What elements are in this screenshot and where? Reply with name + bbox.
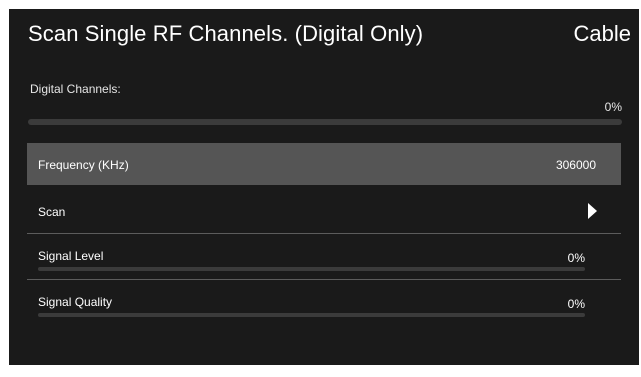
signal-level-value: 0% [567, 251, 585, 265]
frequency-label: Frequency (KHz) [38, 158, 129, 172]
digital-channels-label: Digital Channels: [30, 82, 121, 96]
scan-label: Scan [38, 205, 66, 219]
frequency-row[interactable]: Frequency (KHz) 306000 [27, 143, 621, 185]
divider [27, 233, 621, 234]
divider [27, 279, 621, 280]
scan-row[interactable]: Scan [27, 187, 621, 233]
page-title: Scan Single RF Channels. (Digital Only) [28, 21, 424, 46]
signal-quality-bar [38, 313, 585, 317]
signal-level-row: Signal Level 0% [27, 235, 621, 279]
signal-level-label: Signal Level [38, 249, 104, 263]
signal-quality-value: 0% [567, 297, 585, 311]
digital-channels-percent: 0% [604, 100, 622, 114]
signal-quality-label: Signal Quality [38, 295, 113, 309]
frequency-value[interactable]: 306000 [556, 158, 596, 172]
digital-channels-progress-bar [28, 119, 622, 125]
tuner-mode-label: Cable [573, 21, 631, 46]
scan-single-rf-channels-screen: Scan Single RF Channels. (Digital Only) … [9, 9, 639, 365]
signal-quality-row: Signal Quality 0% [27, 281, 621, 325]
play-icon[interactable] [588, 203, 597, 219]
signal-level-bar [38, 267, 585, 271]
